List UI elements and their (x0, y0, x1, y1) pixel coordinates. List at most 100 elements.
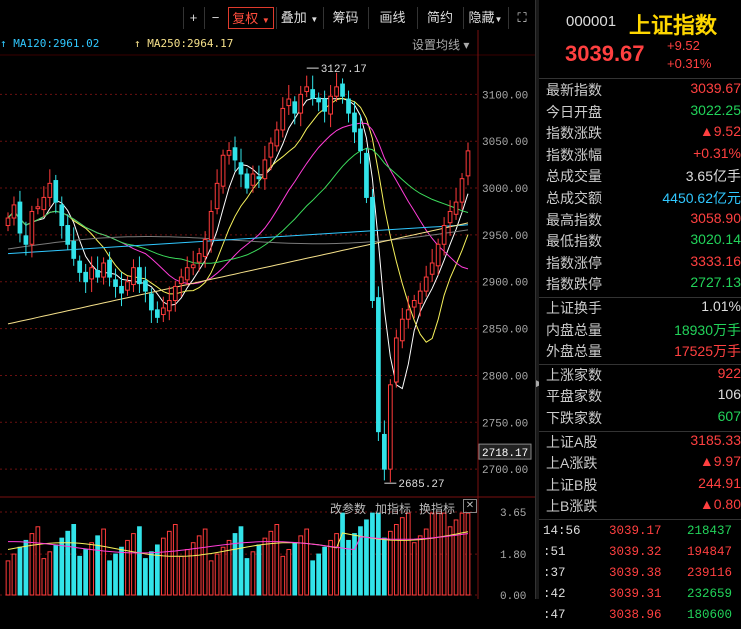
candle-body (65, 225, 71, 245)
candle-body (328, 95, 333, 115)
volume-bar (232, 533, 238, 596)
add-indicator-button[interactable]: 加指标 (375, 500, 411, 517)
close-icon[interactable]: ✕ (463, 499, 477, 513)
volume-bar (5, 560, 11, 596)
candle-body (364, 152, 369, 198)
volume-bar (11, 553, 17, 596)
volume-bar (202, 528, 208, 596)
tick-volume: 194847 (687, 545, 733, 559)
tick-row: 14:56 3039.17 218437 (539, 524, 741, 545)
quote-row-label: 最低指数 (546, 233, 602, 250)
quote-row-label: 内盘总量 (546, 321, 602, 338)
candle-body (172, 285, 178, 301)
candle-body (131, 267, 136, 286)
candle-body (268, 142, 274, 158)
volume-bar (256, 544, 262, 596)
volume-bar (17, 546, 23, 596)
volume-bar (172, 524, 178, 596)
candle-body (405, 309, 411, 320)
volume-bar (340, 512, 345, 596)
candle-body (59, 204, 65, 227)
volume-tick-label: 3.65 (500, 508, 526, 520)
candle-body (101, 262, 106, 278)
candle-body (256, 176, 262, 180)
kline-chart-panel[interactable]: + − 复权 ▼ 叠加 ▼ 筹码 画线 简约 隐藏▼ ⛶ ↑ MA120:296… (0, 0, 535, 599)
candle-body (465, 150, 471, 177)
volume-bar (328, 539, 333, 596)
volume-tick-label: 1.80 (500, 550, 526, 562)
volume-bar (196, 535, 202, 596)
tick-row: :42 3039.31 232659 (539, 587, 741, 608)
volume-bar (274, 524, 280, 596)
volume-bar (376, 512, 381, 596)
volume-bar (453, 519, 459, 596)
volume-bar (268, 530, 274, 596)
volume-ma-line (7, 531, 469, 557)
price-change-pct: +0.31% (667, 56, 712, 71)
candle-body (286, 98, 292, 107)
stock-code: 000001 (566, 13, 617, 30)
quote-row: 指数涨幅 +0.31% (546, 145, 741, 166)
volume-bar (214, 553, 220, 596)
quote-row-value: 2727.13 (690, 274, 741, 291)
candle-body (196, 253, 202, 263)
volume-bar (143, 558, 148, 596)
ma-line-ma20 (7, 122, 469, 285)
candle-body (262, 159, 268, 180)
candle-body (411, 299, 417, 308)
volume-bar (137, 526, 142, 596)
volume-bar (59, 537, 65, 596)
quote-row-value: ▲9.97 (699, 453, 741, 470)
volume-bar (429, 512, 435, 596)
quote-row-label: 总成交额 (546, 190, 602, 206)
price-tick-label: 3000.00 (482, 184, 528, 196)
candle-body (358, 128, 363, 152)
quote-row-label: 指数涨跌 (546, 125, 602, 142)
candle-body (208, 210, 214, 241)
candle-body (226, 150, 232, 156)
candle-body (346, 98, 351, 114)
candle-body (11, 204, 17, 219)
price-tick-label: 2950.00 (482, 231, 528, 243)
tick-volume: 218437 (687, 524, 733, 538)
volume-bar (405, 512, 411, 596)
quote-row-value: 3022.25 (690, 101, 741, 118)
candle-body (310, 89, 316, 99)
volume-bar (226, 539, 232, 596)
volume-bar (286, 549, 292, 596)
quote-row-label: 上证B股 (546, 476, 598, 493)
ma-line-ma5 (7, 97, 469, 390)
quote-panel: 000001 上证指数 3039.67 +9.52 +0.31% 最新指数 303… (539, 0, 741, 622)
candle-body (47, 182, 53, 198)
volume-bar (208, 560, 214, 596)
candle-body (178, 276, 184, 285)
edit-params-button[interactable]: 改参数 (330, 500, 366, 517)
volume-bar (83, 549, 89, 596)
volume-bar (465, 512, 471, 596)
volume-bar (280, 555, 286, 596)
quote-row-value: 922 (717, 364, 741, 381)
candle-body (149, 293, 154, 311)
quote-row: 外盘总量 17525万手 (546, 341, 741, 362)
candle-body (202, 239, 208, 257)
candle-body (23, 235, 29, 245)
switch-indicator-button[interactable]: 换指标 (419, 500, 455, 517)
candle-body (244, 173, 250, 189)
candle-body (334, 86, 339, 97)
quote-row-label: 最高指数 (546, 211, 602, 228)
candle-body (399, 318, 405, 342)
candle-body (441, 225, 447, 245)
volume-bar (160, 537, 166, 596)
candle-body (423, 276, 429, 292)
volume-bar (23, 539, 29, 596)
quote-row-label: 指数涨幅 (546, 146, 602, 163)
current-price-tag-label: 2718.17 (482, 448, 528, 460)
candle-body (274, 129, 280, 147)
volume-bar (125, 539, 130, 596)
volume-bar (166, 530, 172, 596)
tick-row: :51 3039.32 194847 (539, 545, 741, 566)
volume-bar (399, 517, 405, 596)
candle-body (250, 173, 256, 186)
tick-volume: 180600 (687, 608, 733, 622)
candle-body (35, 206, 41, 210)
